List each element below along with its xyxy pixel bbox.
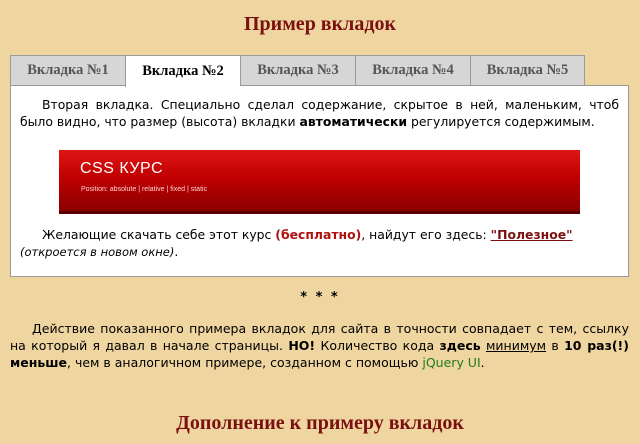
tab-5[interactable]: Вкладка №5 (470, 55, 585, 86)
tab-4[interactable]: Вкладка №4 (355, 55, 470, 86)
tab-3[interactable]: Вкладка №3 (240, 55, 355, 86)
tab-bar: Вкладка №1 Вкладка №2 Вкладка №3 Вкладка… (10, 55, 585, 87)
css-course-banner[interactable]: CSS КУРС Position: absolute | relative |… (59, 150, 580, 214)
banner-subtitle: Position: absolute | relative | fixed | … (81, 186, 208, 193)
section-title: Дополнение к примеру вкладок (176, 412, 464, 434)
banner-title: CSS КУРС (80, 160, 164, 177)
useful-link[interactable]: "Полезное" (491, 227, 573, 242)
bold-word: автоматически (299, 114, 408, 129)
free-label: (бесплатно) (275, 227, 362, 242)
page-title: Пример вкладок (243, 13, 396, 35)
minimum-link[interactable]: минимум (486, 338, 546, 353)
panel-intro-text: Вторая вкладка. Специально сделал содерж… (20, 97, 619, 129)
tab-panel: Вторая вкладка. Специально сделал содерж… (10, 85, 629, 277)
download-text: Желающие скачать себе этот курс (бесплат… (20, 227, 573, 259)
new-window-note: (откроется в новом окне) (20, 245, 175, 259)
separator-stars: * * * (300, 290, 340, 305)
but-emphasis: НО! (288, 338, 316, 353)
jquery-ui-link[interactable]: jQuery UI (422, 355, 480, 370)
here-emphasis: здесь (439, 338, 481, 353)
description-paragraph: Действие показанного примера вкладок для… (10, 321, 629, 370)
tab-1[interactable]: Вкладка №1 (10, 55, 125, 86)
tab-2[interactable]: Вкладка №2 (125, 55, 240, 87)
